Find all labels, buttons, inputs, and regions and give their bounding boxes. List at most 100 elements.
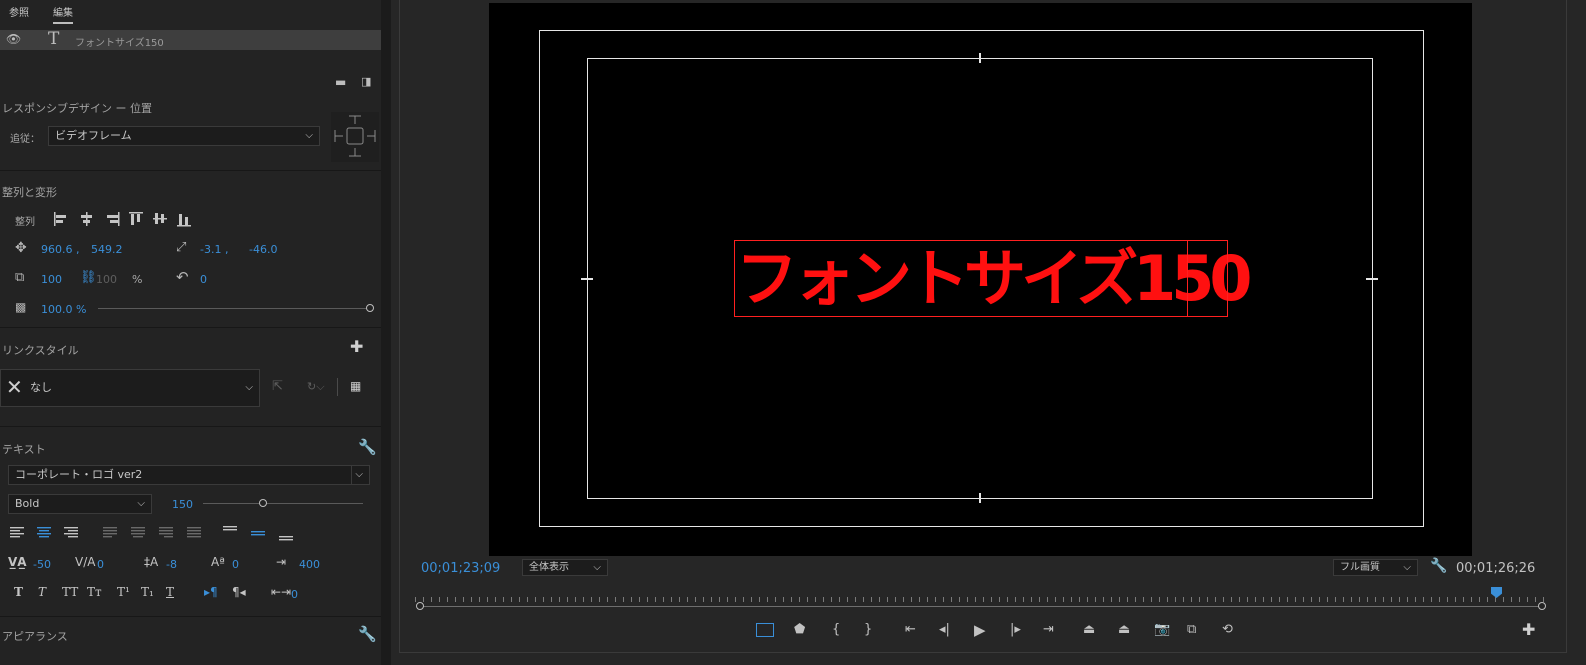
- font-style-dropdown[interactable]: Bold ⌵: [8, 494, 152, 514]
- chevron-down-icon: ⌵: [355, 469, 363, 480]
- divider: [0, 170, 381, 171]
- scale-value[interactable]: 100: [41, 273, 62, 286]
- small-caps-icon[interactable]: Tᴛ: [87, 585, 102, 599]
- leading-value[interactable]: -8: [166, 558, 177, 571]
- lift-icon[interactable]: ⏏: [1083, 622, 1095, 637]
- tab-browse[interactable]: 参照: [9, 4, 29, 19]
- tracking-value[interactable]: 0: [97, 558, 104, 571]
- mark-in-icon[interactable]: {: [832, 622, 840, 637]
- tsume-value[interactable]: 400: [299, 558, 320, 571]
- baseline-shift-value[interactable]: 0: [232, 558, 239, 571]
- percent-label: %: [132, 273, 143, 286]
- new-layer-icon[interactable]: ◨: [361, 75, 371, 88]
- superscript-icon[interactable]: T¹: [117, 585, 130, 599]
- step-forward-icon[interactable]: |▸: [1010, 622, 1021, 637]
- anchor-x-value[interactable]: -3.1 ,: [200, 243, 228, 256]
- in-point-handle[interactable]: [416, 602, 424, 610]
- divider: [351, 466, 352, 484]
- new-folder-icon[interactable]: ▬: [335, 75, 346, 89]
- zoom-fit-dropdown[interactable]: 全体表示 ⌵: [522, 559, 608, 576]
- chevron-down-icon: ⌵: [305, 130, 313, 141]
- layer-row[interactable]: 👁 T フォントサイズ150: [0, 29, 381, 50]
- pin-edges-widget[interactable]: [331, 112, 379, 162]
- none-x-icon: ✕: [6, 375, 23, 399]
- subscript-icon[interactable]: T₁: [141, 585, 154, 599]
- justify-left-icon[interactable]: [103, 527, 117, 538]
- position-x-value[interactable]: 960.6 ,: [41, 243, 79, 256]
- track-style-dropdown[interactable]: ✕ なし ⌵: [0, 369, 260, 407]
- add-marker-icon[interactable]: ⬟: [794, 622, 805, 637]
- push-style-icon: ⇱: [272, 379, 283, 394]
- faux-bold-icon[interactable]: T: [14, 585, 23, 599]
- tab-width-value[interactable]: 0: [291, 588, 298, 601]
- font-size-slider[interactable]: [203, 503, 363, 504]
- kerning-value[interactable]: -50: [33, 558, 51, 571]
- wrench-icon[interactable]: 🔧: [358, 438, 377, 456]
- time-ruler[interactable]: [415, 590, 1545, 602]
- layer-name: フォントサイズ150: [75, 38, 164, 49]
- align-top-icon[interactable]: [129, 212, 143, 225]
- comparison-view-icon[interactable]: ⧉: [1187, 622, 1196, 637]
- align-left-icon[interactable]: [54, 212, 66, 226]
- ltr-direction-icon[interactable]: ▸¶: [204, 585, 218, 599]
- align-text-left-icon[interactable]: [10, 527, 24, 538]
- position-y-value[interactable]: 549.2: [91, 243, 123, 256]
- align-center-vertical-icon[interactable]: [153, 213, 167, 224]
- text-header: テキスト: [2, 443, 46, 456]
- grid-icon[interactable]: ▦: [350, 379, 361, 393]
- essential-graphics-panel: 参照 編集 👁 T フォントサイズ150 ▬ ◨ レスポンシブデザイン ー 位置…: [0, 0, 381, 665]
- time-ruler-track: [420, 606, 1542, 607]
- rotation-value[interactable]: 0: [200, 273, 207, 286]
- rtl-direction-icon[interactable]: ¶◂: [232, 585, 246, 599]
- opacity-slider-knob[interactable]: [366, 304, 374, 312]
- font-dropdown[interactable]: コーポレート・ロゴ ver2 ⌵: [8, 465, 370, 485]
- text-bounding-box[interactable]: [734, 240, 1228, 317]
- leading-icon: ‡A: [144, 555, 159, 569]
- tab-width-icon: ⇤⇥: [271, 585, 292, 599]
- panel-splitter[interactable]: [381, 0, 391, 665]
- font-size-slider-knob[interactable]: [259, 499, 267, 507]
- anchor-y-value[interactable]: -46.0: [249, 243, 277, 256]
- align-text-center-icon[interactable]: [37, 527, 51, 538]
- vr-video-icon[interactable]: ⟲: [1222, 622, 1233, 637]
- opacity-slider[interactable]: [98, 308, 370, 309]
- safe-margins-toggle-icon[interactable]: [756, 623, 774, 637]
- justify-right-icon[interactable]: [159, 527, 173, 538]
- justify-all-icon[interactable]: [187, 527, 201, 538]
- align-middle-text-icon[interactable]: [251, 531, 265, 536]
- align-center-horizontal-icon[interactable]: [81, 212, 92, 226]
- tab-edit[interactable]: 編集: [53, 4, 73, 24]
- justify-center-icon[interactable]: [131, 527, 145, 538]
- eye-icon[interactable]: 👁: [6, 32, 21, 46]
- button-editor-add-icon[interactable]: ✚: [1522, 620, 1535, 639]
- wrench-icon[interactable]: 🔧: [358, 625, 377, 643]
- align-top-text-icon[interactable]: [223, 526, 237, 531]
- chevron-down-icon: ⌵: [593, 562, 601, 573]
- extract-icon[interactable]: ⏏: [1118, 622, 1130, 637]
- play-icon[interactable]: ▶: [974, 621, 986, 639]
- align-buttons: [54, 212, 191, 227]
- opacity-value[interactable]: 100.0 %: [41, 303, 86, 316]
- underline-icon[interactable]: T: [166, 585, 174, 599]
- align-bottom-icon[interactable]: [177, 214, 191, 227]
- camera-icon[interactable]: 📷: [1154, 622, 1170, 637]
- font-style-value: Bold: [15, 497, 40, 510]
- out-point-handle[interactable]: [1538, 602, 1546, 610]
- align-right-icon[interactable]: [107, 212, 120, 226]
- step-back-icon[interactable]: ◂|: [939, 622, 950, 637]
- faux-italic-icon[interactable]: T: [38, 585, 46, 599]
- wrench-icon[interactable]: 🔧: [1430, 558, 1447, 574]
- mark-out-icon[interactable]: }: [864, 622, 872, 637]
- pin-to-dropdown[interactable]: ビデオフレーム ⌵: [48, 126, 320, 146]
- align-bottom-text-icon[interactable]: [279, 536, 293, 541]
- link-icon[interactable]: ⛓: [80, 270, 97, 285]
- all-caps-icon[interactable]: TT: [62, 585, 78, 599]
- go-to-out-icon[interactable]: ⇥: [1043, 622, 1054, 637]
- font-size-value[interactable]: 150: [172, 498, 193, 511]
- align-text-right-icon[interactable]: [64, 527, 78, 538]
- divider: [0, 327, 381, 328]
- playhead-timecode[interactable]: 00;01;23;09: [421, 561, 500, 576]
- go-to-in-icon[interactable]: ⇤: [905, 622, 916, 637]
- add-icon[interactable]: ✚: [350, 337, 363, 356]
- playback-resolution-dropdown[interactable]: フル画質 ⌵: [1333, 559, 1418, 576]
